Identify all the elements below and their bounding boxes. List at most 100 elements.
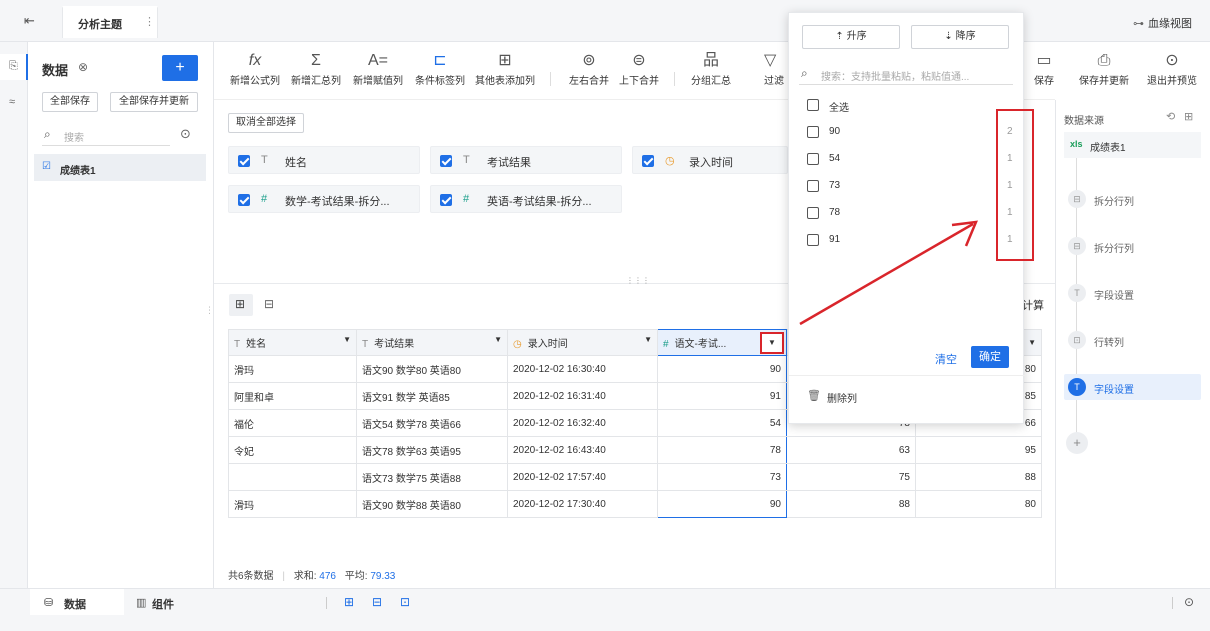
collapse-icon[interactable]: ⊗ — [78, 60, 88, 74]
step-item[interactable]: ⊡ 行转列 — [1064, 327, 1201, 353]
value-search-box[interactable]: ⌕ 搜索：支持批量粘贴，粘贴值通... — [799, 63, 1013, 85]
column-header-selected[interactable]: # 语文-考试... ▼ — [657, 329, 787, 356]
tab-component[interactable]: ▥ 组件 — [134, 589, 214, 615]
table-row[interactable]: 语文73 数学75 英语88 2020-12-02 17:57:40 73 75 88 — [228, 463, 1042, 491]
history-icon[interactable]: ⟲ — [1166, 110, 1175, 123]
table-row[interactable]: 滑玛 语文90 数学88 英语80 2020-12-02 17:30:40 90 88 8… — [228, 490, 1042, 518]
table-cell[interactable]: 语文90 数学80 英语80 — [356, 355, 508, 383]
table-cell[interactable]: 滑玛 — [228, 490, 357, 518]
table-cell[interactable]: 88 — [915, 463, 1042, 491]
layout-icon[interactable]: ⊟ — [264, 297, 274, 311]
table-cell[interactable]: 令妃 — [228, 436, 357, 464]
table-cell[interactable]: 2020-12-02 16:31:40 — [507, 382, 658, 410]
sort-asc-button[interactable]: ⇡ 升序 — [802, 25, 900, 49]
value-checkbox[interactable] — [807, 126, 819, 138]
value-checkbox[interactable] — [807, 153, 819, 165]
field-checkbox[interactable] — [642, 155, 654, 167]
add-formula-column-button[interactable]: fx 新增公式列 — [226, 50, 284, 87]
table-cell[interactable]: 95 — [915, 436, 1042, 464]
add-step-button[interactable]: + — [1066, 432, 1088, 454]
merge-vertical-button[interactable]: ⊜ 上下合并 — [614, 50, 664, 87]
column-header[interactable]: T 考试结果 ▼ — [356, 329, 508, 356]
table-cell[interactable]: 2020-12-02 16:32:40 — [507, 409, 658, 437]
field-chip[interactable]: # 数学-考试结果-拆分... — [228, 185, 420, 213]
condition-tag-column-button[interactable]: ⊏ 条件标签列 — [410, 50, 470, 87]
group-summary-button[interactable]: 品分组汇总 — [686, 50, 736, 87]
search-box[interactable]: ⌕ 搜索 — [42, 124, 170, 146]
table-cell[interactable]: 2020-12-02 16:43:40 — [507, 436, 658, 464]
resize-handle[interactable]: ⋮ — [205, 305, 214, 316]
add-column-from-table-button[interactable]: ⊞ 其他表添加列 — [472, 50, 538, 87]
table-cell[interactable]: 90 — [657, 490, 787, 518]
search-input[interactable]: 搜索 — [64, 129, 84, 144]
add-report-icon[interactable]: ⊡ — [400, 595, 410, 609]
collapse-up-icon[interactable]: ⊙ — [1184, 595, 1194, 609]
field-chip[interactable]: T 考试结果 — [430, 146, 622, 174]
layout-icon[interactable]: ⊞ — [1184, 110, 1193, 123]
table-cell[interactable]: 78 — [657, 436, 787, 464]
column-header[interactable]: T 姓名 ▼ — [228, 329, 357, 356]
add-table-icon[interactable]: ⊟ — [372, 595, 382, 609]
table-cell[interactable] — [228, 463, 357, 491]
table-cell[interactable]: 54 — [657, 409, 787, 437]
step-item-active[interactable]: T 字段设置 — [1064, 374, 1201, 400]
table-cell[interactable]: 80 — [915, 490, 1042, 518]
table-cell[interactable]: 75 — [786, 463, 916, 491]
lineage-view-button[interactable]: ⊶ 血缘视图 — [1133, 15, 1192, 31]
step-item[interactable]: ⊟ 拆分行列 — [1064, 186, 1201, 212]
table-cell[interactable]: 语文54 数学78 英语66 — [356, 409, 508, 437]
table-cell[interactable]: 阿里和卓 — [228, 382, 357, 410]
exit-preview-button[interactable]: ⊙ 退出并预览 — [1142, 50, 1202, 87]
field-checkbox[interactable] — [238, 194, 250, 206]
column-header[interactable]: ◷ 录入时间 ▼ — [507, 329, 658, 356]
delete-column-button[interactable]: 删除列 — [827, 390, 857, 405]
add-summary-column-button[interactable]: Σ 新增汇总列 — [286, 50, 346, 87]
value-checkbox[interactable] — [807, 180, 819, 192]
table-cell[interactable]: 语文73 数学75 英语88 — [356, 463, 508, 491]
filter-button[interactable]: ▽ 过滤 — [764, 50, 790, 87]
table-cell[interactable]: 90 — [657, 355, 787, 383]
step-item[interactable]: T 字段设置 — [1064, 280, 1201, 306]
select-all-checkbox[interactable] — [807, 99, 819, 111]
dropdown-arrow-icon[interactable]: ▼ — [343, 335, 351, 344]
table-cell[interactable]: 73 — [657, 463, 787, 491]
table-cell[interactable]: 福伦 — [228, 409, 357, 437]
sort-desc-button[interactable]: ⇣ 降序 — [911, 25, 1009, 49]
table-cell[interactable]: 2020-12-02 17:57:40 — [507, 463, 658, 491]
add-table-button[interactable]: + — [162, 55, 198, 81]
table-cell[interactable]: 语文78 数学63 英语95 — [356, 436, 508, 464]
save-update-button[interactable]: ⎙ 保存并更新 — [1072, 50, 1136, 87]
confirm-button[interactable]: 确定 — [971, 346, 1009, 368]
table-cell[interactable]: 88 — [786, 490, 916, 518]
dropdown-arrow-icon[interactable]: ▼ — [644, 335, 652, 344]
options-icon[interactable]: ⊙ — [180, 126, 191, 142]
field-checkbox[interactable] — [440, 194, 452, 206]
table-cell[interactable]: 63 — [786, 436, 916, 464]
merge-horizontal-button[interactable]: ⊚ 左右合并 — [564, 50, 614, 87]
transform-icon[interactable]: ⎘ — [9, 60, 18, 73]
grid-view-toggle[interactable]: ⊞ — [229, 294, 253, 316]
field-checkbox[interactable] — [238, 155, 250, 167]
save-all-button[interactable]: 全部保存 — [42, 92, 98, 112]
more-icon[interactable]: ⋮ — [144, 15, 155, 28]
add-chart-icon[interactable]: ⊞ — [344, 595, 354, 609]
step-item[interactable]: ⊟ 拆分行列 — [1064, 233, 1201, 259]
table-cell[interactable]: 语文91 数学 英语85 — [356, 382, 508, 410]
dropdown-arrow-icon[interactable]: ▼ — [1028, 338, 1036, 347]
field-chip[interactable]: T 姓名 — [228, 146, 420, 174]
filter-value-item[interactable]: 54 1 — [789, 153, 1025, 173]
filter-value-item[interactable]: 90 2 — [789, 126, 1025, 146]
dropdown-arrow-icon[interactable]: ▼ — [760, 332, 784, 354]
clear-button[interactable]: 清空 — [935, 351, 957, 367]
field-chip[interactable]: ◷ 录入时间 — [632, 146, 788, 174]
table-cell[interactable]: 语文90 数学88 英语80 — [356, 490, 508, 518]
table-cell[interactable]: 91 — [657, 382, 787, 410]
dropdown-arrow-icon[interactable]: ▼ — [494, 335, 502, 344]
table-cell[interactable]: 2020-12-02 17:30:40 — [507, 490, 658, 518]
exit-icon[interactable]: ⇤ — [24, 13, 35, 29]
table-cell[interactable]: 2020-12-02 16:30:40 — [507, 355, 658, 383]
field-chip[interactable]: # 英语-考试结果-拆分... — [430, 185, 622, 213]
drag-handle[interactable]: ⋮⋮⋮ — [626, 276, 650, 285]
table-row[interactable]: 令妃 语文78 数学63 英语95 2020-12-02 16:43:40 78 63 9… — [228, 436, 1042, 464]
field-checkbox[interactable] — [440, 155, 452, 167]
